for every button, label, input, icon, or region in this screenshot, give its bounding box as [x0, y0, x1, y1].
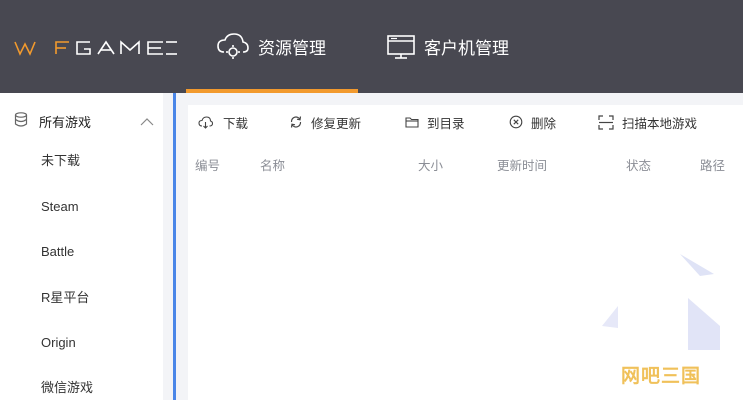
sidebar-item-steam[interactable]: Steam	[41, 197, 79, 217]
sidebar-group-all-games[interactable]: 所有游戏	[0, 106, 163, 134]
chevron-up-icon[interactable]	[140, 114, 154, 129]
scan-local-games-label: 扫描本地游戏	[622, 116, 698, 131]
sidebar-item-rockstar[interactable]: R星平台	[41, 288, 89, 308]
sidebar-divider	[163, 93, 173, 400]
monitor-icon	[386, 33, 416, 61]
wfgame-logo	[14, 40, 177, 56]
repair-update-label: 修复更新	[311, 116, 362, 131]
column-header-id[interactable]: 编号	[195, 155, 220, 174]
delete-button[interactable]: 删除	[509, 113, 556, 131]
watermark-graphic	[602, 254, 720, 350]
column-header-name[interactable]: 名称	[260, 155, 285, 174]
cloud-settings-icon	[216, 32, 250, 62]
sidebar-group-label: 所有游戏	[39, 115, 92, 130]
download-button-label: 下载	[223, 116, 249, 131]
sidebar: 所有游戏	[0, 93, 163, 400]
folder-icon	[405, 116, 419, 128]
sidebar-item-battle[interactable]: Battle	[41, 242, 74, 262]
scan-icon	[598, 114, 614, 130]
database-icon	[14, 112, 28, 130]
sidebar-item-wechat-games[interactable]: 微信游戏	[41, 378, 93, 398]
tab-resource-management[interactable]: 资源管理	[216, 0, 326, 93]
open-directory-label: 到目录	[427, 116, 465, 131]
delete-label: 删除	[531, 116, 557, 131]
column-header-status[interactable]: 状态	[626, 155, 651, 174]
sidebar-item-origin[interactable]: Origin	[41, 333, 76, 353]
tab-client-management[interactable]: 客户机管理	[386, 0, 509, 93]
column-header-size[interactable]: 大小	[418, 155, 443, 174]
sidebar-item-not-downloaded[interactable]: 未下载	[41, 151, 80, 171]
delete-circle-icon	[509, 115, 523, 129]
watermark-text: 网吧三国	[621, 366, 702, 387]
tab-label: 资源管理	[258, 39, 326, 58]
open-directory-button[interactable]: 到目录	[405, 113, 465, 131]
scan-local-games-button[interactable]: 扫描本地游戏	[598, 113, 697, 131]
download-button[interactable]: 下载	[198, 113, 248, 131]
column-header-path[interactable]: 路径	[700, 155, 725, 174]
cloud-download-icon	[198, 115, 213, 129]
tab-label: 客户机管理	[424, 39, 509, 58]
refresh-icon	[289, 115, 303, 129]
column-header-update-time[interactable]: 更新时间	[497, 155, 547, 174]
repair-update-button[interactable]: 修复更新	[289, 113, 361, 131]
